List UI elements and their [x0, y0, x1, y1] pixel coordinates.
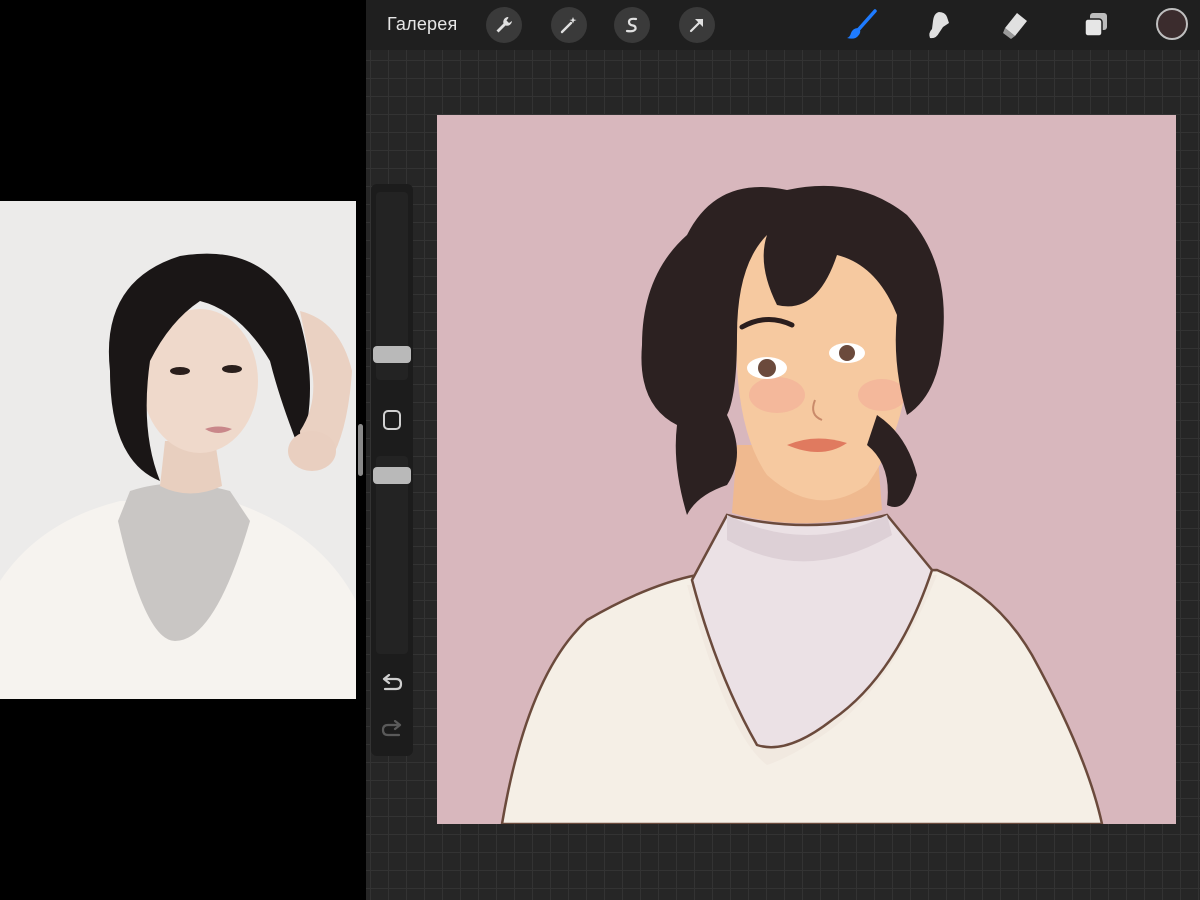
- gallery-button[interactable]: Галерея: [387, 14, 457, 35]
- actions-button[interactable]: [486, 7, 522, 43]
- wrench-icon: [496, 17, 512, 33]
- square-icon: [383, 410, 401, 430]
- redo-button[interactable]: [380, 718, 404, 742]
- opacity-slider[interactable]: [373, 456, 411, 654]
- color-picker-button[interactable]: [1156, 8, 1188, 40]
- smudge-icon: [929, 12, 949, 39]
- side-toolbar: [371, 184, 413, 756]
- brush-tool[interactable]: [843, 7, 881, 43]
- smudge-tool[interactable]: [920, 7, 958, 43]
- brush-icon: [847, 9, 877, 39]
- reference-photo: [0, 201, 356, 699]
- transform-arrow-icon: [689, 18, 704, 33]
- brush-size-thumb[interactable]: [373, 346, 411, 363]
- brush-size-slider[interactable]: [373, 192, 411, 380]
- drawing-canvas[interactable]: [437, 115, 1176, 824]
- selection-s-icon: [625, 17, 638, 33]
- transform-button[interactable]: [679, 7, 715, 43]
- modify-button[interactable]: [379, 406, 405, 434]
- portrait-artwork: [437, 115, 1176, 824]
- split-view-handle[interactable]: [358, 424, 363, 476]
- undo-icon: [382, 674, 403, 691]
- selection-button[interactable]: [614, 7, 650, 43]
- undo-button[interactable]: [380, 672, 404, 696]
- opacity-thumb[interactable]: [373, 467, 411, 484]
- layers-tool[interactable]: [1077, 7, 1115, 43]
- redo-icon: [381, 720, 402, 737]
- adjustments-button[interactable]: [551, 7, 587, 43]
- magic-wand-icon: [560, 17, 577, 34]
- procreate-app: Галерея: [366, 0, 1200, 900]
- eraser-icon: [1003, 13, 1027, 39]
- top-toolbar: Галерея: [366, 0, 1200, 50]
- eraser-tool[interactable]: [996, 7, 1034, 43]
- reference-pane: [0, 0, 366, 900]
- layers-icon: [1084, 13, 1107, 37]
